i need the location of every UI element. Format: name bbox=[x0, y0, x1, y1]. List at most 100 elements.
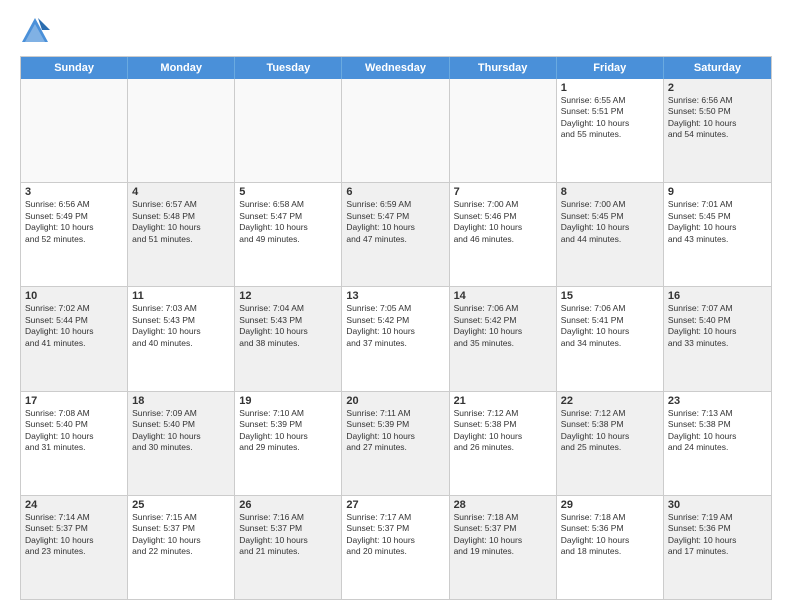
day-info: Sunrise: 7:15 AM Sunset: 5:37 PM Dayligh… bbox=[132, 512, 201, 556]
day-info: Sunrise: 7:09 AM Sunset: 5:40 PM Dayligh… bbox=[132, 408, 201, 452]
calendar-row-1: 1Sunrise: 6:55 AM Sunset: 5:51 PM Daylig… bbox=[21, 79, 771, 182]
day-info: Sunrise: 7:03 AM Sunset: 5:43 PM Dayligh… bbox=[132, 303, 201, 347]
day-info: Sunrise: 6:57 AM Sunset: 5:48 PM Dayligh… bbox=[132, 199, 201, 243]
day-info: Sunrise: 7:12 AM Sunset: 5:38 PM Dayligh… bbox=[561, 408, 630, 452]
header-day-friday: Friday bbox=[557, 57, 664, 79]
calendar-cell-18: 18Sunrise: 7:09 AM Sunset: 5:40 PM Dayli… bbox=[128, 392, 235, 495]
header-day-sunday: Sunday bbox=[21, 57, 128, 79]
calendar-row-4: 17Sunrise: 7:08 AM Sunset: 5:40 PM Dayli… bbox=[21, 391, 771, 495]
calendar-row-2: 3Sunrise: 6:56 AM Sunset: 5:49 PM Daylig… bbox=[21, 182, 771, 286]
day-info: Sunrise: 7:12 AM Sunset: 5:38 PM Dayligh… bbox=[454, 408, 523, 452]
day-number: 7 bbox=[454, 186, 552, 198]
calendar-row-3: 10Sunrise: 7:02 AM Sunset: 5:44 PM Dayli… bbox=[21, 286, 771, 390]
day-number: 13 bbox=[346, 290, 444, 302]
day-info: Sunrise: 7:18 AM Sunset: 5:36 PM Dayligh… bbox=[561, 512, 630, 556]
header bbox=[20, 16, 772, 46]
calendar-cell-13: 13Sunrise: 7:05 AM Sunset: 5:42 PM Dayli… bbox=[342, 287, 449, 390]
day-number: 14 bbox=[454, 290, 552, 302]
day-info: Sunrise: 6:59 AM Sunset: 5:47 PM Dayligh… bbox=[346, 199, 415, 243]
day-info: Sunrise: 7:07 AM Sunset: 5:40 PM Dayligh… bbox=[668, 303, 737, 347]
day-info: Sunrise: 7:13 AM Sunset: 5:38 PM Dayligh… bbox=[668, 408, 737, 452]
day-number: 20 bbox=[346, 395, 444, 407]
calendar: SundayMondayTuesdayWednesdayThursdayFrid… bbox=[20, 56, 772, 600]
day-number: 25 bbox=[132, 499, 230, 511]
day-info: Sunrise: 7:18 AM Sunset: 5:37 PM Dayligh… bbox=[454, 512, 523, 556]
calendar-cell-10: 10Sunrise: 7:02 AM Sunset: 5:44 PM Dayli… bbox=[21, 287, 128, 390]
calendar-header: SundayMondayTuesdayWednesdayThursdayFrid… bbox=[21, 57, 771, 79]
calendar-cell-26: 26Sunrise: 7:16 AM Sunset: 5:37 PM Dayli… bbox=[235, 496, 342, 599]
day-number: 23 bbox=[668, 395, 767, 407]
day-info: Sunrise: 6:56 AM Sunset: 5:49 PM Dayligh… bbox=[25, 199, 94, 243]
day-number: 6 bbox=[346, 186, 444, 198]
day-info: Sunrise: 7:16 AM Sunset: 5:37 PM Dayligh… bbox=[239, 512, 308, 556]
calendar-cell-3: 3Sunrise: 6:56 AM Sunset: 5:49 PM Daylig… bbox=[21, 183, 128, 286]
calendar-cell-20: 20Sunrise: 7:11 AM Sunset: 5:39 PM Dayli… bbox=[342, 392, 449, 495]
day-number: 22 bbox=[561, 395, 659, 407]
day-number: 19 bbox=[239, 395, 337, 407]
day-info: Sunrise: 7:17 AM Sunset: 5:37 PM Dayligh… bbox=[346, 512, 415, 556]
calendar-cell-8: 8Sunrise: 7:00 AM Sunset: 5:45 PM Daylig… bbox=[557, 183, 664, 286]
day-number: 10 bbox=[25, 290, 123, 302]
day-number: 21 bbox=[454, 395, 552, 407]
calendar-cell-25: 25Sunrise: 7:15 AM Sunset: 5:37 PM Dayli… bbox=[128, 496, 235, 599]
calendar-cell-23: 23Sunrise: 7:13 AM Sunset: 5:38 PM Dayli… bbox=[664, 392, 771, 495]
logo-icon bbox=[20, 16, 50, 46]
day-number: 15 bbox=[561, 290, 659, 302]
calendar-cell-24: 24Sunrise: 7:14 AM Sunset: 5:37 PM Dayli… bbox=[21, 496, 128, 599]
logo bbox=[20, 16, 54, 46]
day-info: Sunrise: 7:06 AM Sunset: 5:42 PM Dayligh… bbox=[454, 303, 523, 347]
calendar-cell-empty-3 bbox=[342, 79, 449, 182]
header-day-saturday: Saturday bbox=[664, 57, 771, 79]
day-number: 16 bbox=[668, 290, 767, 302]
day-info: Sunrise: 7:00 AM Sunset: 5:46 PM Dayligh… bbox=[454, 199, 523, 243]
header-day-tuesday: Tuesday bbox=[235, 57, 342, 79]
calendar-cell-5: 5Sunrise: 6:58 AM Sunset: 5:47 PM Daylig… bbox=[235, 183, 342, 286]
day-number: 24 bbox=[25, 499, 123, 511]
calendar-cell-15: 15Sunrise: 7:06 AM Sunset: 5:41 PM Dayli… bbox=[557, 287, 664, 390]
day-number: 11 bbox=[132, 290, 230, 302]
calendar-cell-7: 7Sunrise: 7:00 AM Sunset: 5:46 PM Daylig… bbox=[450, 183, 557, 286]
calendar-cell-16: 16Sunrise: 7:07 AM Sunset: 5:40 PM Dayli… bbox=[664, 287, 771, 390]
day-number: 29 bbox=[561, 499, 659, 511]
day-info: Sunrise: 7:01 AM Sunset: 5:45 PM Dayligh… bbox=[668, 199, 737, 243]
day-info: Sunrise: 7:10 AM Sunset: 5:39 PM Dayligh… bbox=[239, 408, 308, 452]
calendar-cell-empty-4 bbox=[450, 79, 557, 182]
calendar-cell-12: 12Sunrise: 7:04 AM Sunset: 5:43 PM Dayli… bbox=[235, 287, 342, 390]
day-info: Sunrise: 7:00 AM Sunset: 5:45 PM Dayligh… bbox=[561, 199, 630, 243]
calendar-cell-19: 19Sunrise: 7:10 AM Sunset: 5:39 PM Dayli… bbox=[235, 392, 342, 495]
calendar-cell-2: 2Sunrise: 6:56 AM Sunset: 5:50 PM Daylig… bbox=[664, 79, 771, 182]
calendar-cell-29: 29Sunrise: 7:18 AM Sunset: 5:36 PM Dayli… bbox=[557, 496, 664, 599]
calendar-cell-17: 17Sunrise: 7:08 AM Sunset: 5:40 PM Dayli… bbox=[21, 392, 128, 495]
day-info: Sunrise: 7:11 AM Sunset: 5:39 PM Dayligh… bbox=[346, 408, 415, 452]
page: SundayMondayTuesdayWednesdayThursdayFrid… bbox=[0, 0, 792, 612]
day-info: Sunrise: 7:19 AM Sunset: 5:36 PM Dayligh… bbox=[668, 512, 737, 556]
day-number: 4 bbox=[132, 186, 230, 198]
day-number: 2 bbox=[668, 82, 767, 94]
day-info: Sunrise: 6:58 AM Sunset: 5:47 PM Dayligh… bbox=[239, 199, 308, 243]
calendar-body: 1Sunrise: 6:55 AM Sunset: 5:51 PM Daylig… bbox=[21, 79, 771, 599]
day-info: Sunrise: 7:14 AM Sunset: 5:37 PM Dayligh… bbox=[25, 512, 94, 556]
calendar-cell-11: 11Sunrise: 7:03 AM Sunset: 5:43 PM Dayli… bbox=[128, 287, 235, 390]
calendar-cell-1: 1Sunrise: 6:55 AM Sunset: 5:51 PM Daylig… bbox=[557, 79, 664, 182]
day-info: Sunrise: 7:06 AM Sunset: 5:41 PM Dayligh… bbox=[561, 303, 630, 347]
day-number: 28 bbox=[454, 499, 552, 511]
day-number: 3 bbox=[25, 186, 123, 198]
day-info: Sunrise: 7:05 AM Sunset: 5:42 PM Dayligh… bbox=[346, 303, 415, 347]
calendar-cell-empty-0 bbox=[21, 79, 128, 182]
header-day-monday: Monday bbox=[128, 57, 235, 79]
calendar-cell-empty-1 bbox=[128, 79, 235, 182]
day-number: 27 bbox=[346, 499, 444, 511]
calendar-cell-4: 4Sunrise: 6:57 AM Sunset: 5:48 PM Daylig… bbox=[128, 183, 235, 286]
header-day-wednesday: Wednesday bbox=[342, 57, 449, 79]
calendar-cell-6: 6Sunrise: 6:59 AM Sunset: 5:47 PM Daylig… bbox=[342, 183, 449, 286]
calendar-row-5: 24Sunrise: 7:14 AM Sunset: 5:37 PM Dayli… bbox=[21, 495, 771, 599]
day-number: 30 bbox=[668, 499, 767, 511]
day-info: Sunrise: 7:02 AM Sunset: 5:44 PM Dayligh… bbox=[25, 303, 94, 347]
day-number: 1 bbox=[561, 82, 659, 94]
calendar-cell-22: 22Sunrise: 7:12 AM Sunset: 5:38 PM Dayli… bbox=[557, 392, 664, 495]
day-info: Sunrise: 6:55 AM Sunset: 5:51 PM Dayligh… bbox=[561, 95, 630, 139]
calendar-cell-21: 21Sunrise: 7:12 AM Sunset: 5:38 PM Dayli… bbox=[450, 392, 557, 495]
calendar-cell-9: 9Sunrise: 7:01 AM Sunset: 5:45 PM Daylig… bbox=[664, 183, 771, 286]
day-info: Sunrise: 6:56 AM Sunset: 5:50 PM Dayligh… bbox=[668, 95, 737, 139]
day-info: Sunrise: 7:04 AM Sunset: 5:43 PM Dayligh… bbox=[239, 303, 308, 347]
